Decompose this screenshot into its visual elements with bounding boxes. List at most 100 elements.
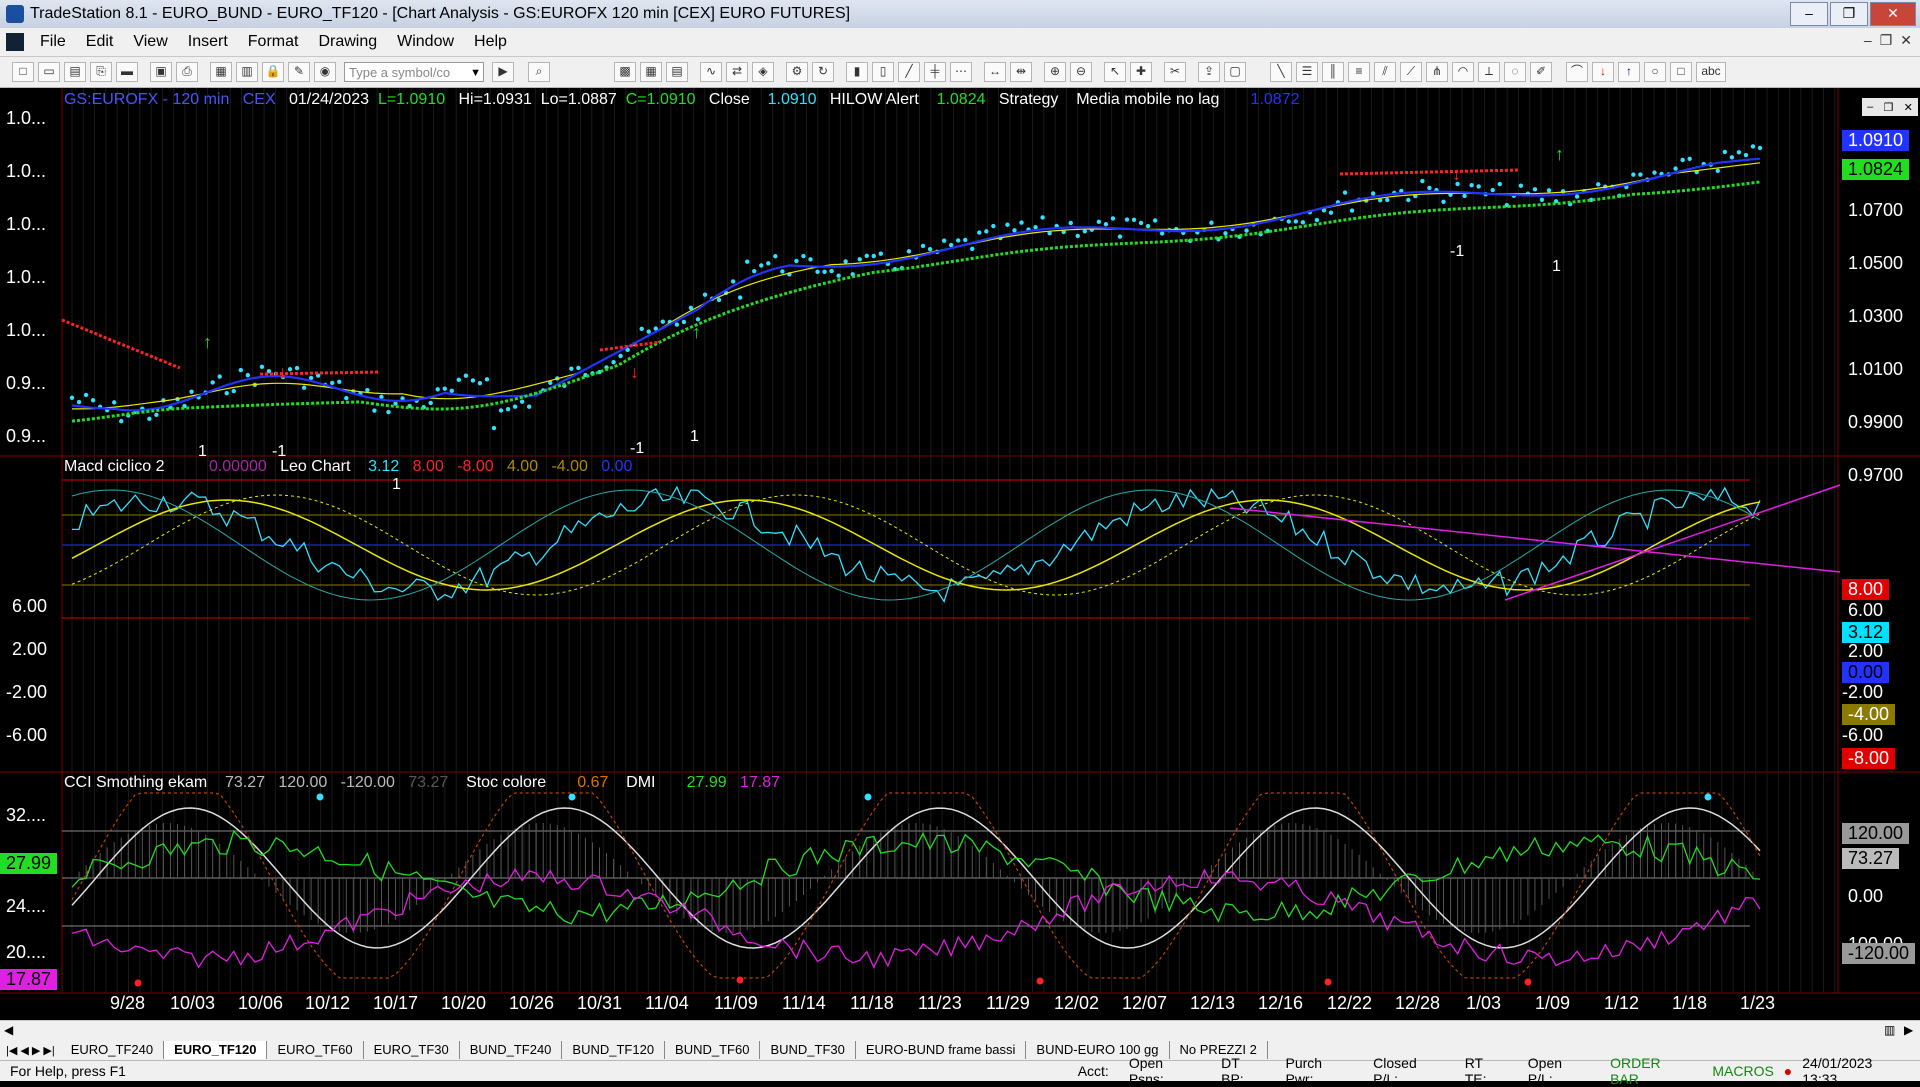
vlines-icon[interactable]: ║ (1322, 62, 1344, 82)
tab-bund-tf60[interactable]: BUND_TF60 (665, 1041, 761, 1059)
arc-icon[interactable]: ◠ (1452, 62, 1474, 82)
text-tool-icon[interactable]: abc (1696, 62, 1726, 82)
expand-icon[interactable]: ↔ (984, 62, 1006, 82)
arrow-down-icon[interactable]: ↓ (1592, 62, 1614, 82)
tab-nav-icons[interactable]: |◀ ◀ ▶ ▶| (0, 1044, 61, 1057)
fib-icon[interactable]: ⫽ (1374, 62, 1396, 82)
menu-edit[interactable]: Edit (76, 33, 124, 51)
tab-bund-tf30[interactable]: BUND_TF30 (760, 1041, 856, 1059)
menu-format[interactable]: Format (238, 33, 309, 51)
scroll-left-icon[interactable]: ◀ (4, 1023, 13, 1037)
circle-icon[interactable]: ○ (1644, 62, 1666, 82)
format-icon[interactable]: ⚙ (786, 62, 808, 82)
scanner-icon[interactable]: ◈ (752, 62, 774, 82)
cci-tag-neg120: -120.00 (1842, 943, 1916, 964)
play-icon[interactable]: ▶ (492, 62, 514, 82)
copy-icon[interactable]: ⎘ (90, 62, 112, 82)
globe-icon[interactable]: ◉ (314, 62, 336, 82)
chevron-down-icon[interactable]: ▼ (470, 63, 481, 83)
x-tick: 10/20 (441, 993, 487, 1013)
menu-file[interactable]: File (30, 33, 76, 51)
gann-icon[interactable]: ⟋ (1400, 62, 1422, 82)
strategy-icon[interactable]: ⇄ (726, 62, 748, 82)
menu-help[interactable]: Help (464, 33, 517, 51)
tools-icon[interactable]: ✂ (1164, 62, 1186, 82)
speed-icon[interactable]: ⟂ (1478, 62, 1500, 82)
scroll-right-icon[interactable]: ▶ (1904, 1023, 1913, 1037)
window-icon[interactable]: ▦ (210, 62, 232, 82)
candle-icon[interactable]: ▯ (872, 62, 894, 82)
pointer-icon[interactable]: ↖ (1104, 62, 1126, 82)
menu-insert[interactable]: Insert (178, 33, 238, 51)
line-chart-icon[interactable]: ╱ (898, 62, 920, 82)
tab-euro-bund-frame[interactable]: EURO-BUND frame bassi (856, 1041, 1027, 1059)
scroll-thumb[interactable]: ▥ (1884, 1023, 1895, 1037)
tab-euro-tf240[interactable]: EURO_TF240 (61, 1041, 165, 1059)
price-dot (1687, 156, 1692, 162)
minimize-button[interactable]: – (1790, 2, 1828, 26)
refresh-icon[interactable]: ↻ (812, 62, 834, 82)
curve-icon[interactable]: ⌒ (1566, 62, 1588, 82)
price-dot (224, 390, 229, 396)
tab-bund-tf120[interactable]: BUND_TF120 (562, 1041, 666, 1059)
macros-button[interactable]: MACROS (1702, 1063, 1783, 1079)
bar-chart-icon[interactable]: ▮ (846, 62, 868, 82)
zoom-out-icon[interactable]: ⊖ (1070, 62, 1092, 82)
chart-area[interactable]: ↑ ↓ ↓ ↑ ↓ ↑ GS:EUROFX - 120 min CEX 01/24/202… (0, 88, 1920, 1020)
ohlc-icon[interactable]: ╪ (924, 62, 946, 82)
order-bar-button[interactable]: ORDER BAR (1600, 1055, 1702, 1087)
signal-arrow-icon: ↑ (692, 322, 701, 342)
ellipse-draw-icon[interactable]: ◌ (1504, 62, 1526, 82)
menu-view[interactable]: View (123, 33, 177, 51)
price-dot (337, 379, 342, 384)
menu-window[interactable]: Window (387, 33, 464, 51)
hlines-icon[interactable]: ☰ (1296, 62, 1318, 82)
doc-icon[interactable]: ▢ (1224, 62, 1246, 82)
panel-minimize-button[interactable]: – (1867, 101, 1873, 113)
compress-icon[interactable]: ⇹ (1010, 62, 1032, 82)
symbol-input[interactable]: Type a symbol/co ▼ (344, 62, 484, 82)
tab-euro-tf120[interactable]: EURO_TF120 (164, 1041, 268, 1059)
pen-icon[interactable]: ✐ (1530, 62, 1552, 82)
panel-close-button[interactable]: ✕ (1904, 101, 1913, 114)
menu-drawing[interactable]: Drawing (308, 33, 387, 51)
export-icon[interactable]: ⇪ (1198, 62, 1220, 82)
layout-icon[interactable]: ▥ (236, 62, 258, 82)
workspace-icon[interactable]: ▤ (64, 62, 86, 82)
dot-chart-icon[interactable]: ⋯ (950, 62, 972, 82)
open-icon[interactable]: ▭ (38, 62, 60, 82)
tab-euro-tf30[interactable]: EURO_TF30 (364, 1041, 460, 1059)
mdi-restore-button[interactable]: ❐ (1880, 32, 1893, 49)
new-icon[interactable]: □ (12, 62, 34, 82)
channel-icon[interactable]: ≡ (1348, 62, 1370, 82)
radar-icon[interactable]: ▦ (640, 62, 662, 82)
andrews-icon[interactable]: ⋔ (1426, 62, 1448, 82)
find-icon[interactable]: ⌕ (528, 62, 550, 82)
macd-left-tick: 2.00 (12, 639, 48, 659)
style-icon[interactable]: ✎ (288, 62, 310, 82)
horizontal-scrollbar[interactable]: ◀ ▥ ▶ (0, 1020, 1920, 1041)
mdi-close-button[interactable]: ✕ (1900, 32, 1912, 49)
indicator-icon[interactable]: ∿ (700, 62, 722, 82)
maximize-button[interactable]: ❐ (1830, 2, 1868, 26)
folder-icon[interactable]: ▬ (116, 62, 138, 82)
tab-euro-tf60[interactable]: EURO_TF60 (267, 1041, 364, 1059)
price-dot (646, 329, 651, 334)
price-dot (639, 326, 644, 331)
zoom-in-icon[interactable]: ⊕ (1044, 62, 1066, 82)
matrix-icon[interactable]: ▤ (666, 62, 688, 82)
arrow-up-icon[interactable]: ↑ (1618, 62, 1640, 82)
tab-bund-tf240[interactable]: BUND_TF240 (460, 1041, 563, 1059)
rectangle-icon[interactable]: □ (1670, 62, 1692, 82)
panel-restore-button[interactable]: ❐ (1884, 101, 1894, 114)
acct-label: Acct: (1077, 1063, 1109, 1079)
trendline-icon[interactable]: ╲ (1270, 62, 1292, 82)
lock-icon[interactable]: 🔒 (262, 62, 284, 82)
save-icon[interactable]: ▣ (150, 62, 172, 82)
print-icon[interactable]: ⎙ (176, 62, 198, 82)
mdi-minimize-button[interactable]: – (1864, 32, 1872, 49)
price-dot (991, 223, 996, 229)
crosshair-icon[interactable]: ✚ (1130, 62, 1152, 82)
close-button[interactable]: ✕ (1870, 2, 1916, 26)
chart-analysis-icon[interactable]: ▩ (614, 62, 636, 82)
